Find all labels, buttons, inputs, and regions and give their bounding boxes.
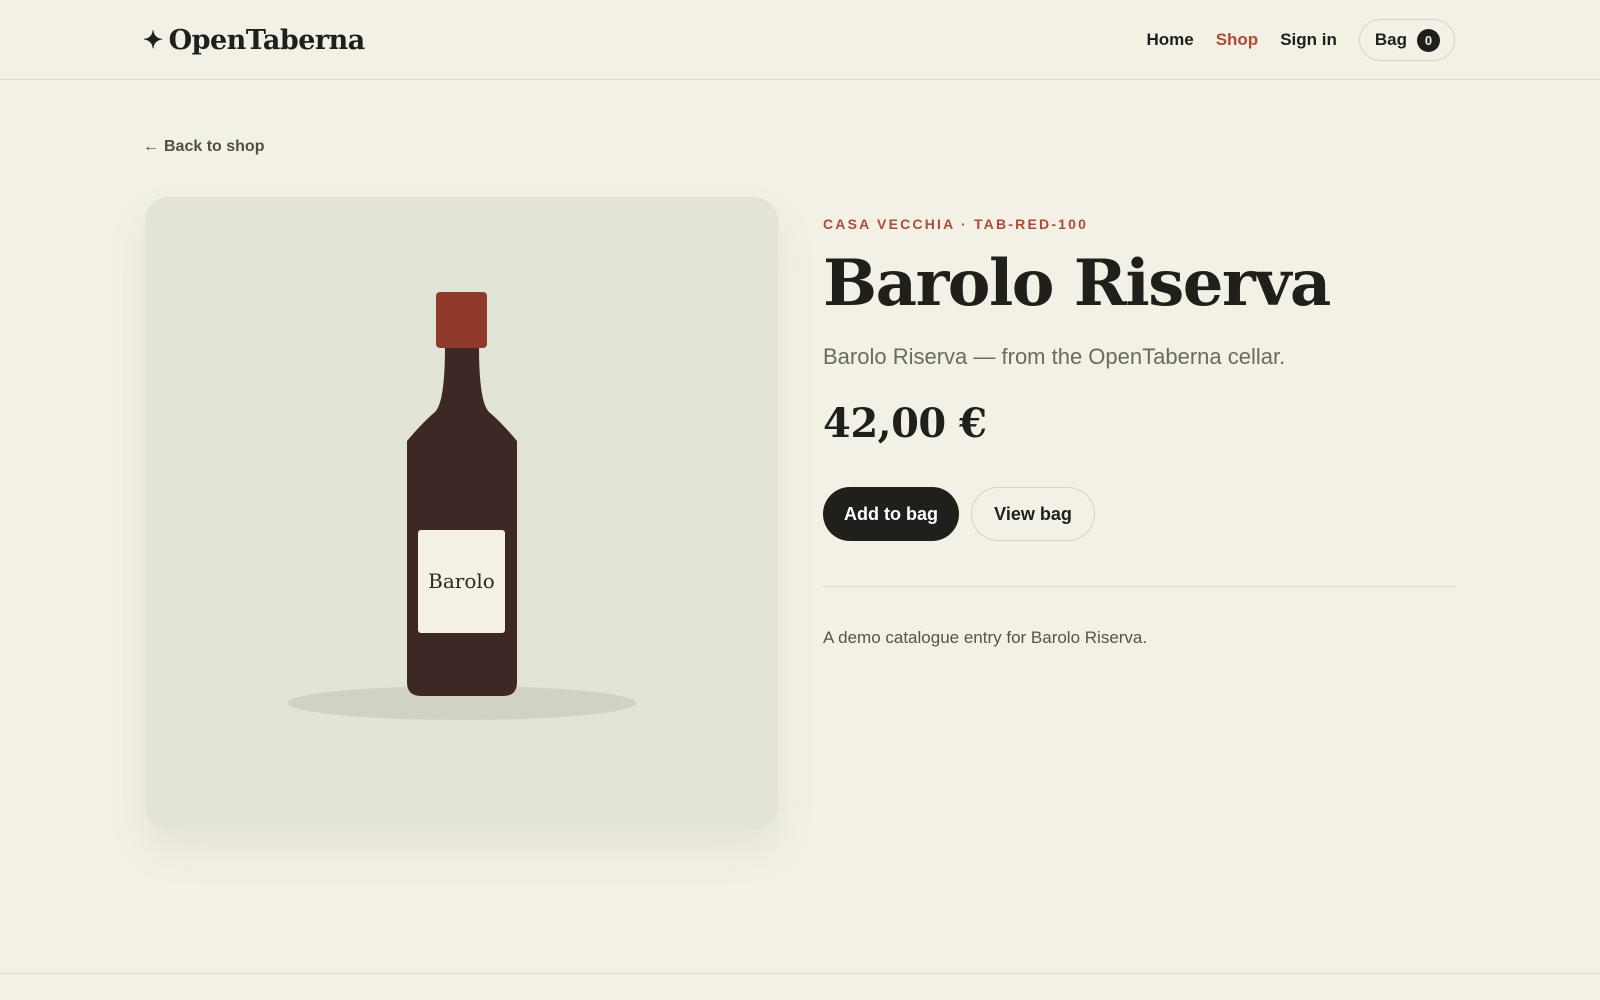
site-logo[interactable]: ✦ OpenTaberna <box>143 20 365 60</box>
bottle-body <box>407 347 517 696</box>
sparkle-star-icon: ✦ <box>143 25 163 54</box>
back-to-shop-link[interactable]: ← Back to shop <box>143 138 264 156</box>
product-tagline: Barolo Riserva — from the OpenTaberna ce… <box>823 344 1286 369</box>
logo-text: OpenTaberna <box>168 24 366 56</box>
bottle-illustration: Barolo <box>288 292 636 720</box>
section-divider <box>823 586 1456 587</box>
bottle-label-text: Barolo <box>428 569 495 593</box>
arrow-left-icon: ← <box>143 138 159 155</box>
main-nav: Home Shop Sign in Bag 0 <box>1146 19 1455 61</box>
product-image-card: Barolo <box>145 197 778 830</box>
product-eyebrow: CASA VECCHIA · TAB-RED-100 <box>823 216 1089 232</box>
product-description: A demo catalogue entry for Barolo Riserv… <box>823 628 1148 647</box>
product-price: 42,00 € <box>823 400 987 447</box>
back-link-label: Back to shop <box>164 138 265 155</box>
bag-count-badge: 0 <box>1417 28 1440 52</box>
bottle-cap <box>436 292 487 348</box>
bag-label: Bag <box>1374 30 1407 49</box>
bag-button[interactable]: Bag 0 <box>1358 19 1455 61</box>
footer-divider <box>0 973 1600 974</box>
add-to-bag-button[interactable]: Add to bag <box>823 487 959 541</box>
nav-shop[interactable]: Shop <box>1216 30 1259 50</box>
nav-sign-in[interactable]: Sign in <box>1280 30 1337 50</box>
site-header: ✦ OpenTaberna Home Shop Sign in Bag 0 <box>0 0 1600 80</box>
nav-home[interactable]: Home <box>1146 30 1193 50</box>
view-bag-button[interactable]: View bag <box>971 487 1095 541</box>
product-title: Barolo Riserva <box>823 246 1331 321</box>
